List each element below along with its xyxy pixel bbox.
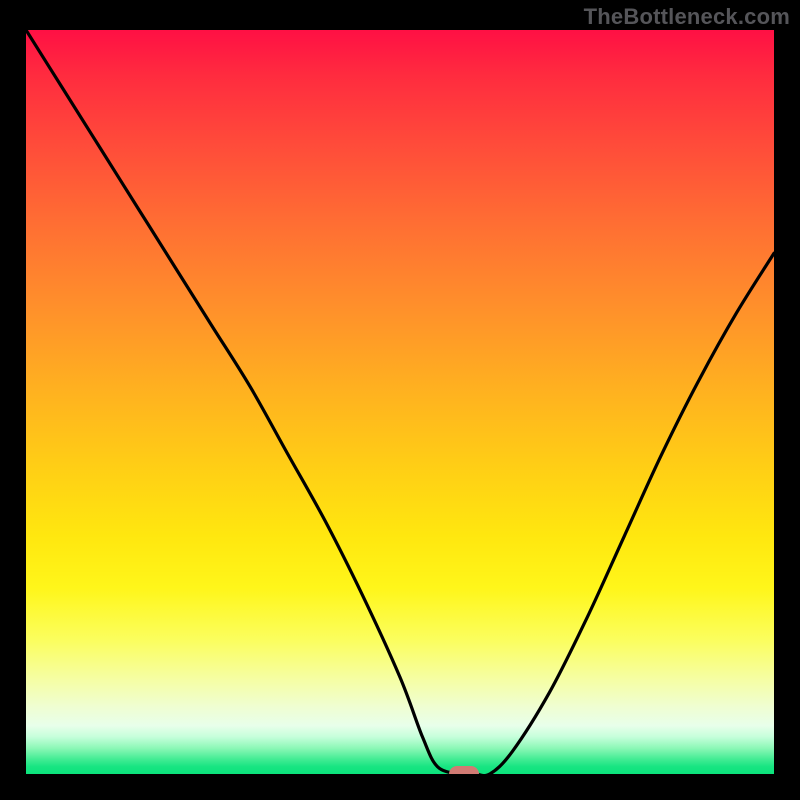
chart-frame: TheBottleneck.com bbox=[0, 0, 800, 800]
bottleneck-curve bbox=[26, 30, 774, 774]
watermark-text: TheBottleneck.com bbox=[584, 4, 790, 30]
plot-area bbox=[26, 30, 774, 774]
optimal-point-marker bbox=[449, 766, 479, 774]
